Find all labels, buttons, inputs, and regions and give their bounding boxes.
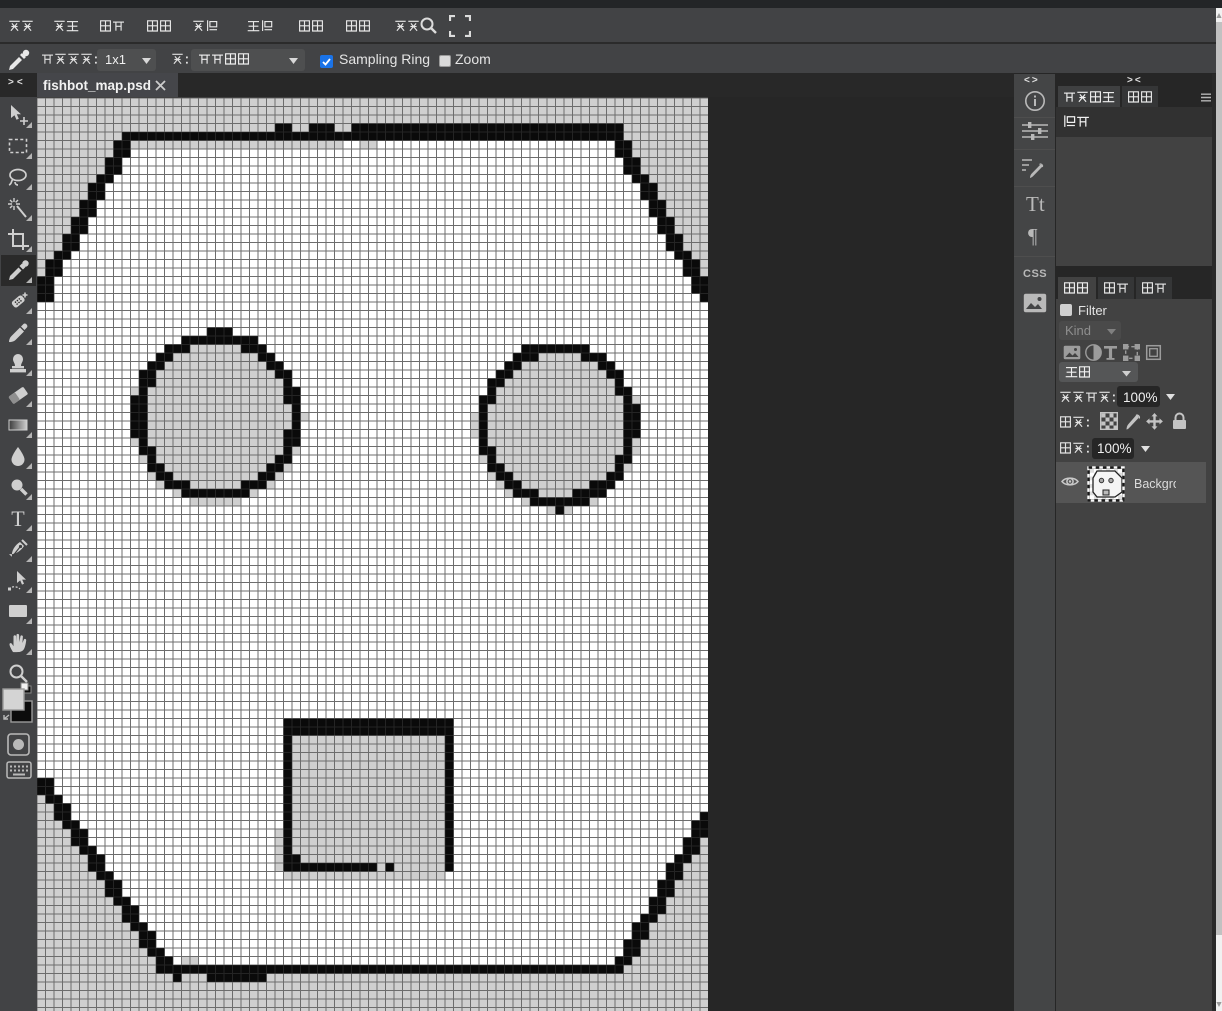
svg-text:T: T (11, 507, 25, 531)
